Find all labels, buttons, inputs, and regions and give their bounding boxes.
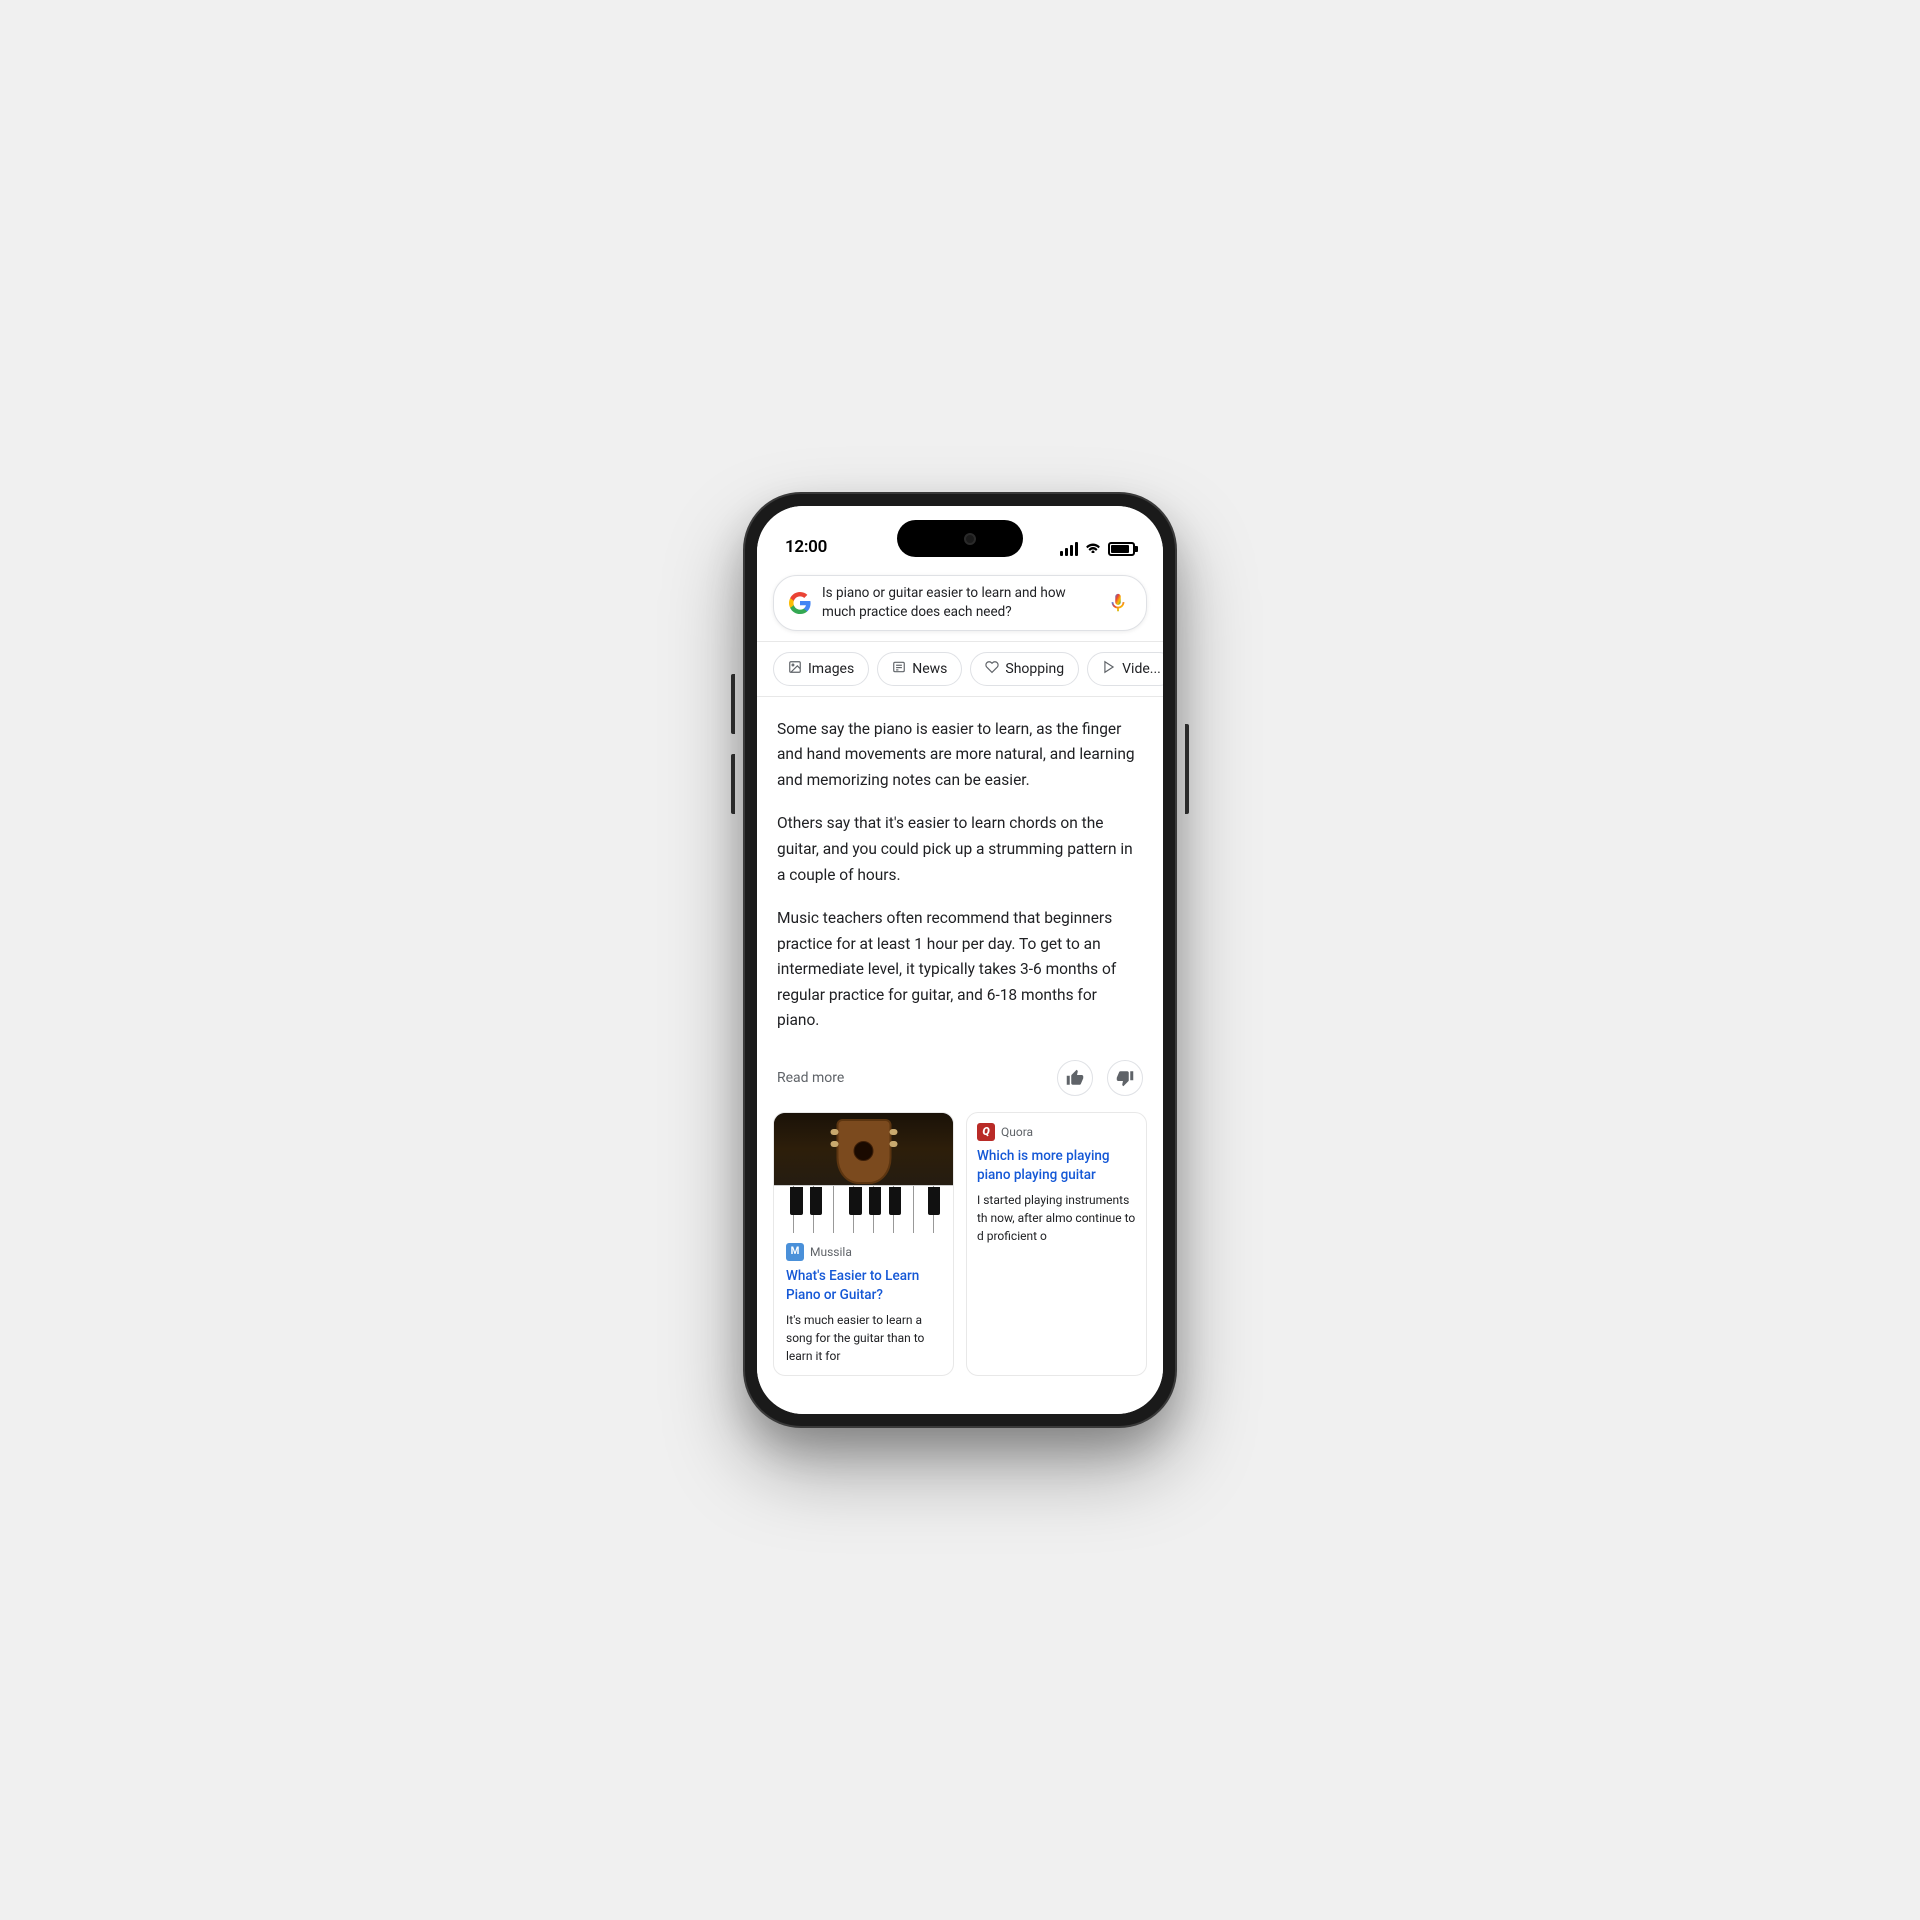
search-query-text[interactable]: Is piano or guitar easier to learn and h… [822,584,1094,622]
filter-tabs: Images News Shopping [757,642,1163,697]
card-quora-source: Q Quora [977,1123,1136,1141]
signal-bar-2 [1065,548,1068,556]
battery-icon [1108,542,1135,556]
action-row: Read more [757,1052,1163,1112]
images-tab-label: Images [808,661,854,677]
signal-bar-1 [1060,551,1063,556]
feedback-icons [1057,1060,1143,1096]
thumbs-down-icon [1116,1069,1134,1087]
answer-paragraph-2: Others say that it's easier to learn cho… [777,811,1143,888]
news-tab-icon [892,660,906,678]
images-tab-icon [788,660,802,678]
quora-source-icon: Q [977,1123,995,1141]
card-mussila[interactable]: M Mussila What's Easier to Learn Piano o… [773,1112,954,1376]
volume-down-button[interactable] [731,754,735,814]
tab-shopping[interactable]: Shopping [970,652,1079,686]
card-mussila-title[interactable]: What's Easier to Learn Piano or Guitar? [786,1267,941,1305]
wifi-icon [1085,540,1101,557]
read-more-link[interactable]: Read more [777,1070,844,1086]
card-quora-title[interactable]: Which is more playing piano playing guit… [977,1147,1136,1185]
search-input-row[interactable]: Is piano or guitar easier to learn and h… [773,575,1147,631]
power-button[interactable] [1185,724,1189,814]
mussila-source-name: Mussila [810,1245,852,1259]
card-mussila-body: M Mussila What's Easier to Learn Piano o… [774,1233,953,1375]
mic-icon[interactable] [1104,589,1132,617]
card-quora[interactable]: Q Quora Which is more playing piano play… [966,1112,1147,1376]
scroll-content[interactable]: Is piano or guitar easier to learn and h… [757,565,1163,1414]
card-quora-body: Q Quora Which is more playing piano play… [967,1113,1146,1255]
card-mussila-source: M Mussila [786,1243,941,1261]
shopping-tab-label: Shopping [1005,661,1064,677]
phone-mockup: 12:00 [745,494,1175,1426]
thumbs-up-button[interactable] [1057,1060,1093,1096]
answer-content: Some say the piano is easier to learn, a… [757,697,1163,1034]
search-bar: Is piano or guitar easier to learn and h… [757,565,1163,642]
answer-paragraph-1: Some say the piano is easier to learn, a… [777,717,1143,794]
shopping-tab-icon [985,660,999,678]
battery-fill [1111,545,1129,553]
signal-icon [1060,542,1078,556]
front-camera [964,533,976,545]
phone-screen: 12:00 [757,506,1163,1414]
status-time: 12:00 [785,537,827,557]
news-tab-label: News [912,661,947,677]
status-icons [1060,540,1135,557]
quora-source-name: Quora [1001,1125,1033,1139]
cards-row: M Mussila What's Easier to Learn Piano o… [757,1112,1163,1376]
thumbs-down-button[interactable] [1107,1060,1143,1096]
videos-tab-label: Vide... [1122,661,1161,677]
tab-images[interactable]: Images [773,652,869,686]
dynamic-island [897,520,1023,557]
signal-bar-4 [1075,542,1078,556]
mussila-source-icon: M [786,1243,804,1261]
card-image-piano-guitar [774,1113,953,1233]
card-mussila-snippet: It's much easier to learn a song for the… [786,1311,941,1365]
volume-up-button[interactable] [731,674,735,734]
videos-tab-icon [1102,660,1116,678]
google-logo [788,591,812,615]
thumbs-up-icon [1066,1069,1084,1087]
card-quora-snippet: I started playing instruments th now, af… [977,1191,1136,1245]
signal-bar-3 [1070,545,1073,556]
tab-videos[interactable]: Vide... [1087,652,1163,686]
answer-paragraph-3: Music teachers often recommend that begi… [777,906,1143,1034]
tab-news[interactable]: News [877,652,962,686]
